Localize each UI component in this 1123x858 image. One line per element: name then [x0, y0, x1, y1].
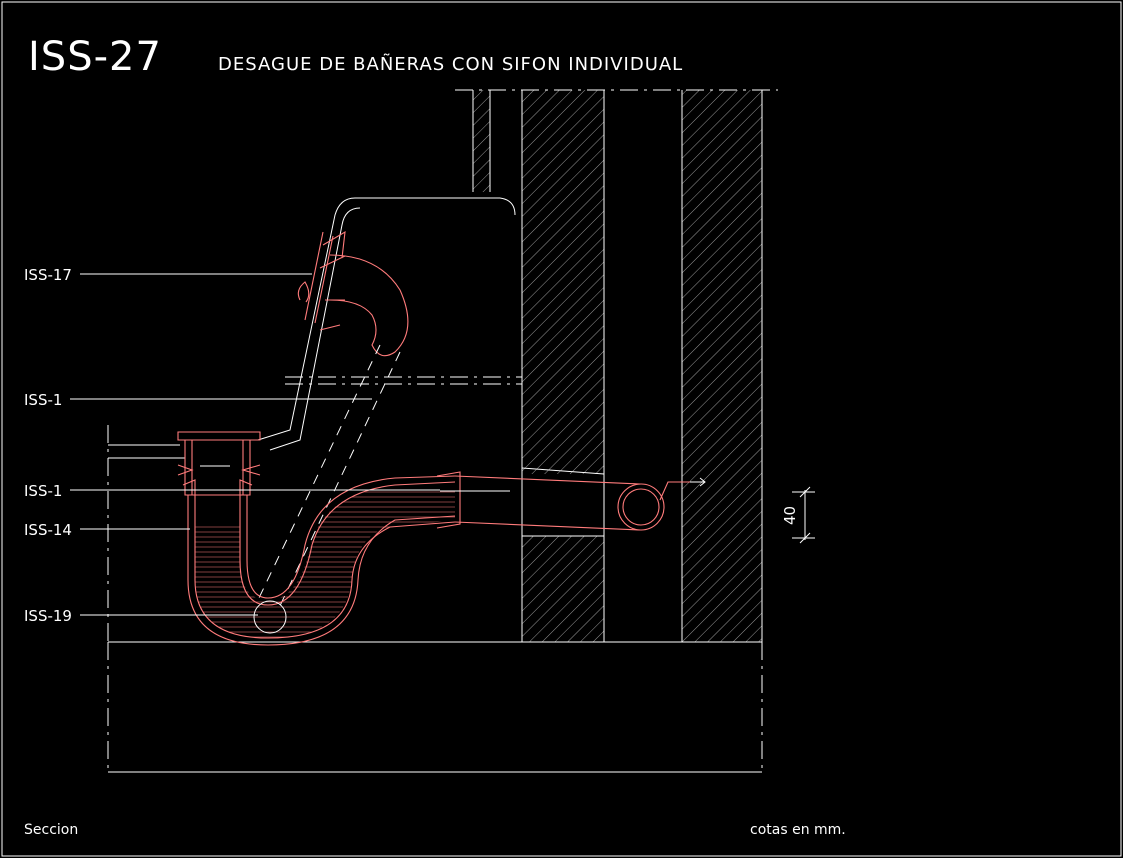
wall-section — [285, 89, 778, 642]
dimension-40: 40 — [781, 486, 815, 544]
floor-slab — [107, 641, 763, 773]
drawing-title: DESAGUE DE BAÑERAS CON SIFON INDIVIDUAL — [218, 53, 683, 75]
callout-label-iss-1-drain: ISS-1 — [24, 482, 62, 500]
callout-label-iss-17: ISS-17 — [24, 266, 72, 284]
callout-label-iss-14: ISS-14 — [24, 521, 72, 539]
callout-label-iss-19: ISS-19 — [24, 607, 72, 625]
overflow-fitting — [297, 230, 409, 357]
bathtub-wall — [257, 197, 516, 451]
units-note: cotas en mm. — [750, 822, 846, 838]
drawing-code: ISS-27 — [28, 34, 162, 80]
bathtub-edge — [107, 425, 185, 642]
waste-fitting — [177, 431, 261, 496]
callout-label-iss-1-overflow: ISS-1 — [24, 391, 62, 409]
view-label: Seccion — [24, 822, 78, 838]
drawing-canvas: ISS-27 DESAGUE DE BAÑERAS CON SIFON INDI… — [1, 1, 1122, 857]
dimension-value: 40 — [781, 506, 799, 525]
trap-siphon — [187, 475, 456, 646]
